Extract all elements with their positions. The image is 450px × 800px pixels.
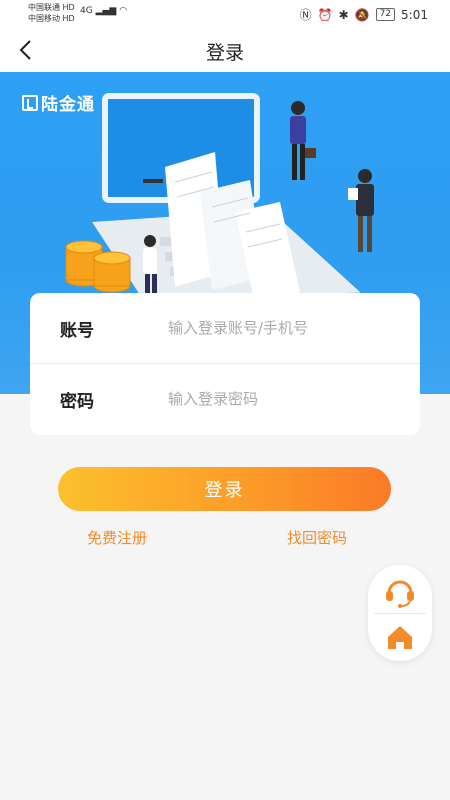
- register-link[interactable]: 免费注册: [87, 527, 147, 548]
- divider: [374, 613, 426, 614]
- floating-actions: [368, 565, 432, 661]
- account-row: 账号: [30, 293, 420, 363]
- alarm-icon: ⏰: [317, 7, 333, 22]
- status-right: Ⓝ ⏰ ✱ 🔕 72 5:01: [300, 6, 428, 23]
- customer-service-icon[interactable]: [380, 571, 420, 611]
- nav-bar: 登录: [0, 28, 450, 72]
- password-label: 密码: [60, 392, 94, 412]
- password-input[interactable]: [168, 386, 398, 412]
- carrier-label: 中国联通 HD: [28, 3, 75, 12]
- clock: 5:01: [401, 7, 428, 22]
- app-logo: 陆金通: [22, 90, 95, 115]
- battery-icon: 72: [375, 8, 396, 21]
- logo-text: 陆金通: [41, 95, 95, 115]
- signal-icon: 4G ▂▄▆ ◠: [80, 6, 128, 16]
- mute-icon: 🔕: [354, 7, 370, 22]
- recover-password-link[interactable]: 找回密码: [287, 527, 347, 548]
- nfc-icon: Ⓝ: [299, 8, 312, 22]
- bluetooth-icon: ✱: [338, 7, 349, 22]
- carrier-label: 中国移动 HD: [28, 14, 75, 23]
- logo-icon: [22, 94, 38, 111]
- password-row: 密码: [30, 364, 420, 434]
- login-button[interactable]: 登录: [58, 467, 391, 511]
- network-type: 4G: [80, 6, 93, 16]
- account-label: 账号: [60, 321, 94, 341]
- login-form: 账号 密码: [30, 293, 420, 435]
- home-icon[interactable]: [380, 617, 420, 657]
- account-input[interactable]: [168, 315, 398, 341]
- status-bar: 中国联通 HD 中国移动 HD 4G ▂▄▆ ◠ Ⓝ ⏰ ✱ 🔕 72 5:01: [0, 0, 450, 28]
- page-title: 登录: [205, 42, 244, 64]
- person-figure: [290, 101, 316, 180]
